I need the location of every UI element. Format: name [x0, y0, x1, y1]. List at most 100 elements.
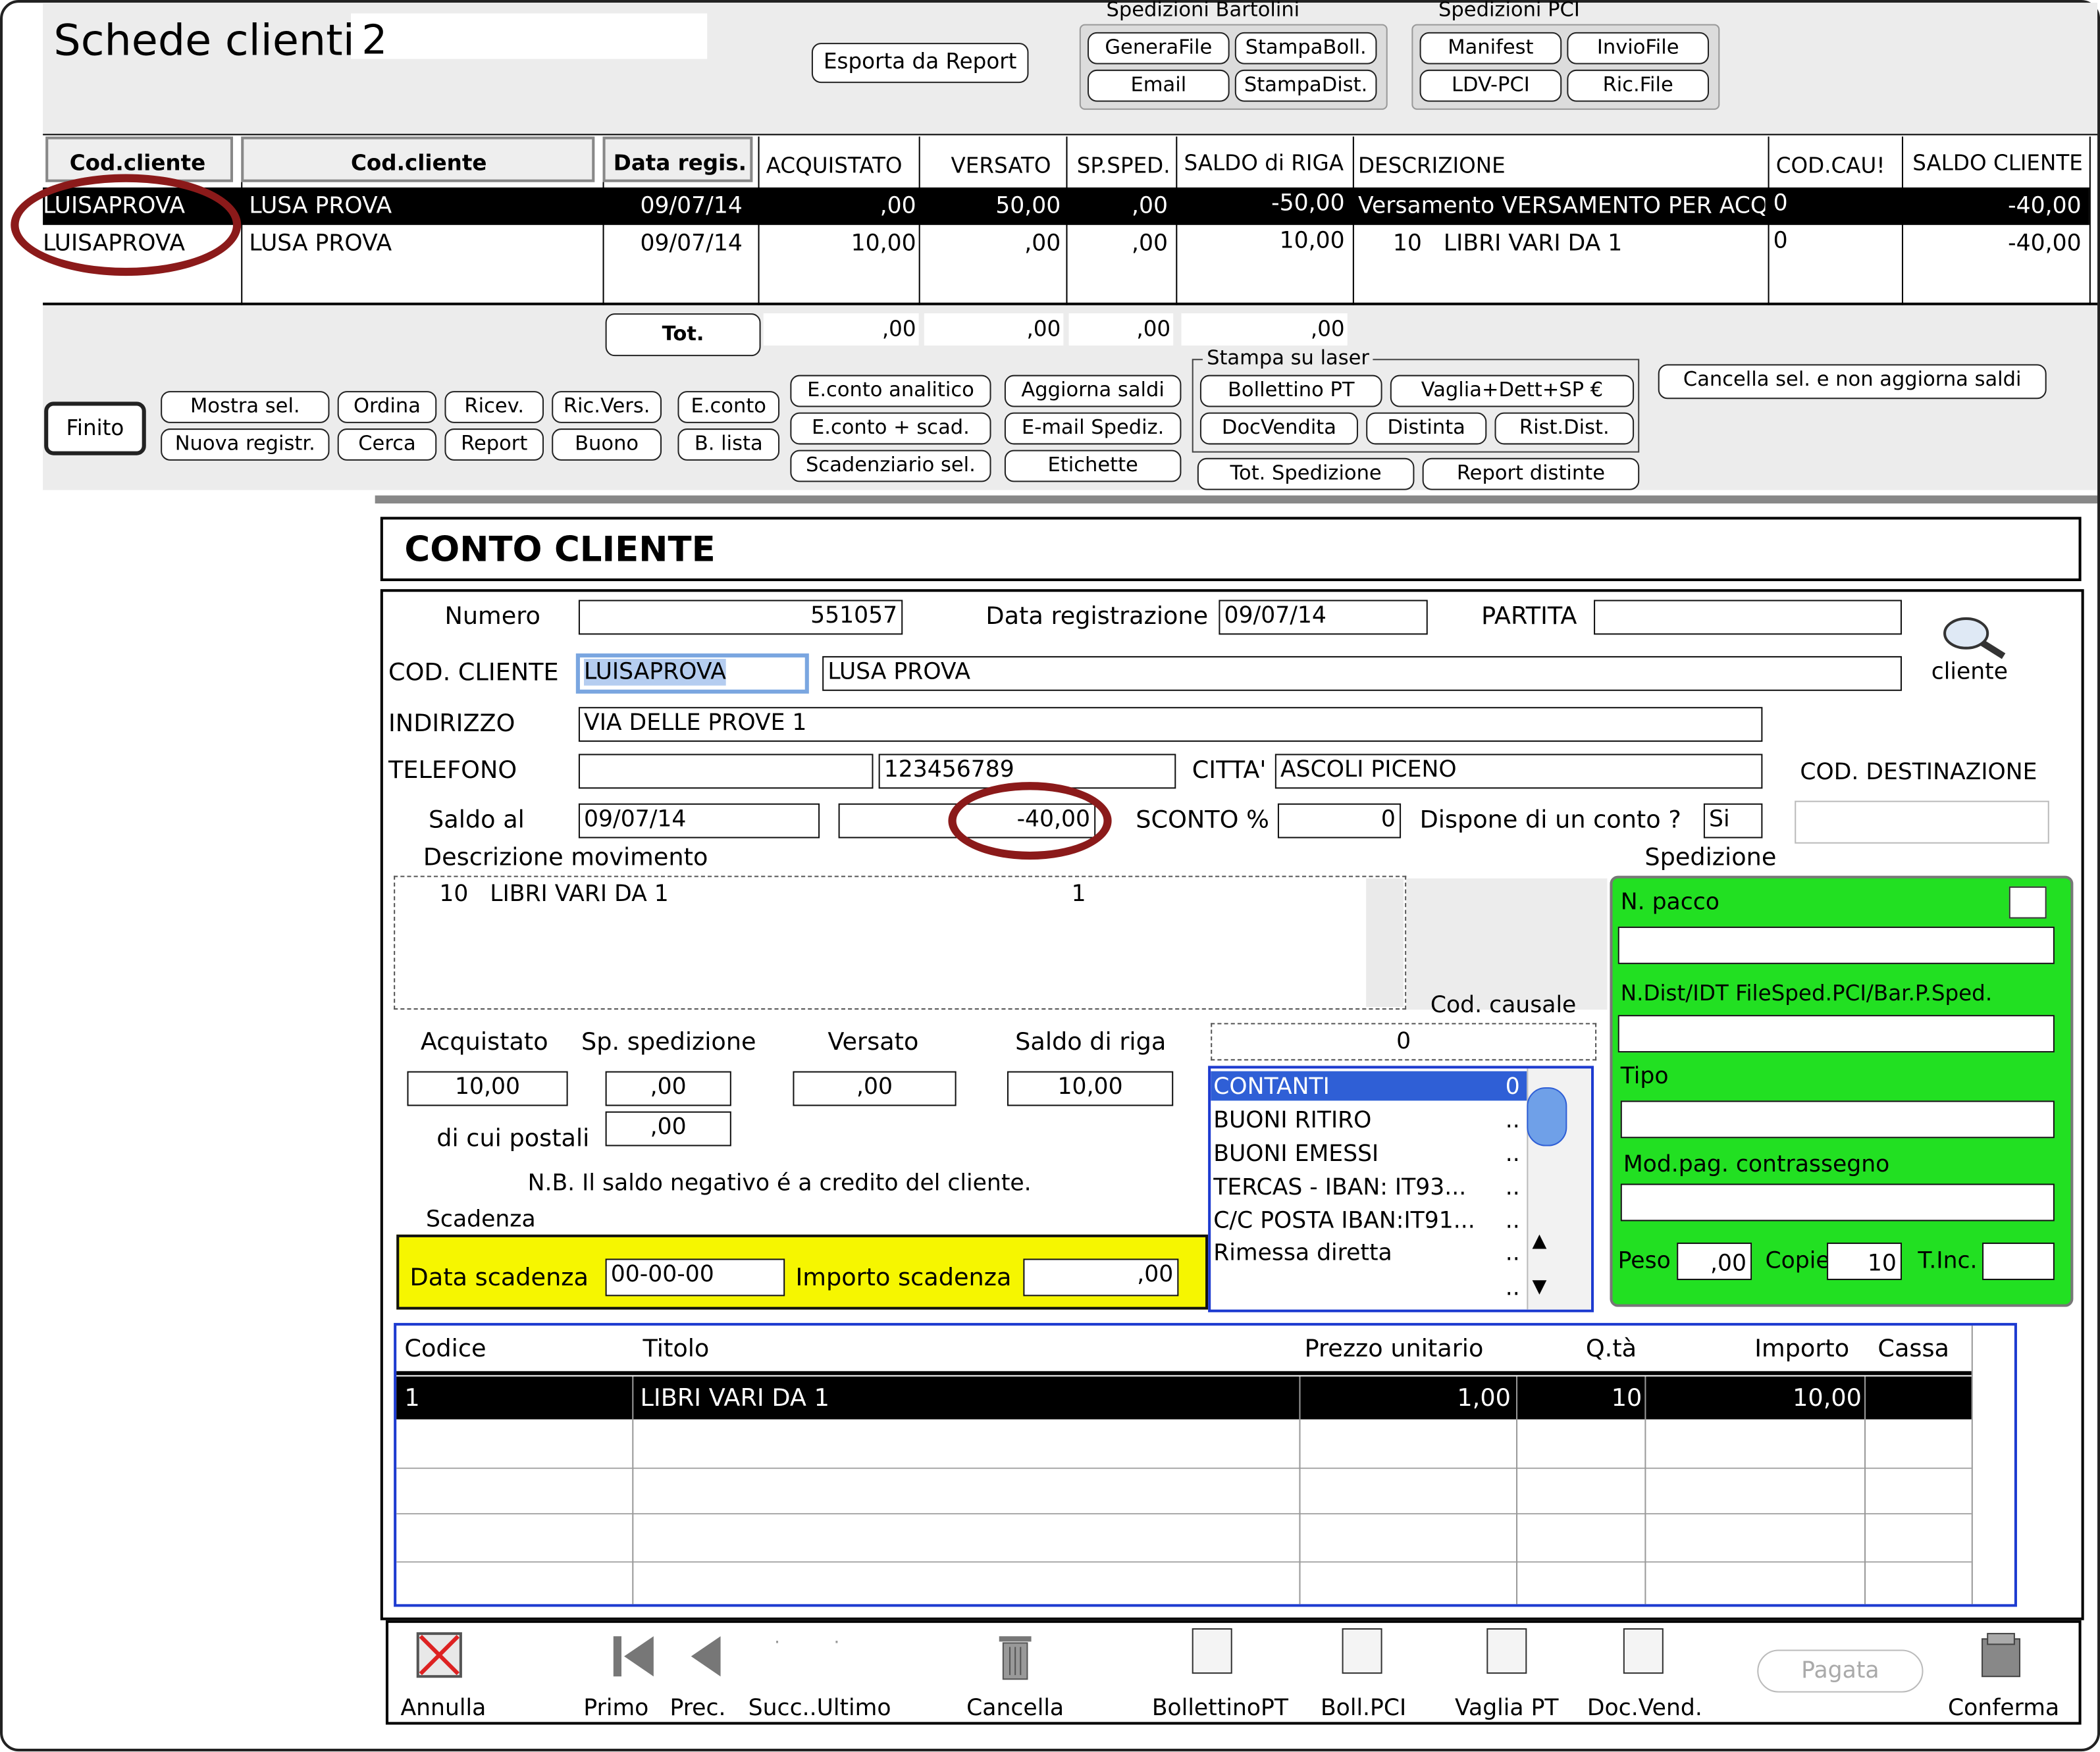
- finito-button[interactable]: Finito: [44, 401, 146, 455]
- data-registrazione-field[interactable]: 09/07/14: [1219, 600, 1428, 635]
- causali-list[interactable]: CONTANTI BUONI RITIRO BUONI EMESSI TERCA…: [1208, 1066, 1594, 1312]
- ordina-button[interactable]: Ordina: [337, 391, 437, 423]
- ricfile-button[interactable]: Ric.File: [1567, 69, 1710, 102]
- cod-cliente-field[interactable]: LUISAPROVA: [575, 653, 809, 694]
- col-header-descrizione[interactable]: DESCRIZIONE: [1358, 155, 1506, 177]
- search-cliente-icon[interactable]: [1939, 616, 2009, 661]
- aggiorna-saldi-button[interactable]: Aggiorna saldi: [1004, 374, 1182, 407]
- tot-spedizione-button[interactable]: Tot. Spedizione: [1197, 457, 1415, 490]
- tot-button[interactable]: Tot.: [605, 313, 761, 357]
- email-spediz-button[interactable]: E-mail Spediz.: [1004, 412, 1182, 445]
- scroll-down-icon[interactable]: ▼: [1532, 1277, 1546, 1296]
- postali-field[interactable]: ,00: [605, 1111, 731, 1147]
- indirizzo-field[interactable]: VIA DELLE PROVE 1: [578, 707, 1763, 742]
- ricev-button[interactable]: Ricev.: [444, 391, 544, 423]
- modpag-field[interactable]: [1620, 1183, 2055, 1222]
- cod-destinazione-field[interactable]: [1795, 800, 2049, 844]
- npacco-icon[interactable]: [2008, 886, 2047, 919]
- bollettino-pt-icon[interactable]: [1192, 1628, 1232, 1674]
- prec-label[interactable]: Prec.: [664, 1697, 731, 1721]
- boll-pci-label[interactable]: Boll.PCI: [1313, 1697, 1415, 1721]
- cerca-button[interactable]: Cerca: [337, 428, 437, 461]
- manifest-button[interactable]: Manifest: [1419, 32, 1562, 64]
- blista-button[interactable]: B. lista: [677, 428, 780, 461]
- col-header-data[interactable]: Data regis.: [614, 152, 747, 174]
- etichette-button[interactable]: Etichette: [1004, 450, 1182, 482]
- telefono1-field[interactable]: [578, 754, 874, 789]
- causale-item[interactable]: BUONI EMESSI: [1213, 1143, 1508, 1166]
- nome-cliente-field[interactable]: LUSA PROVA: [822, 656, 1902, 691]
- annulla-icon[interactable]: [415, 1631, 463, 1679]
- annulla-label[interactable]: Annulla: [396, 1697, 490, 1721]
- col-header-saldoriga[interactable]: SALDO di RIGA: [1184, 152, 1343, 174]
- col-header-spsped[interactable]: SP.SPED.: [1077, 155, 1170, 177]
- sconto-field[interactable]: 0: [1277, 803, 1402, 838]
- saldoriga-field[interactable]: 10,00: [1007, 1071, 1174, 1106]
- vaglia-dett-button[interactable]: Vaglia+Dett+SP €: [1390, 374, 1635, 407]
- bollettino-pt-button[interactable]: Bollettino PT: [1199, 374, 1382, 407]
- buono-button[interactable]: Buono: [552, 428, 662, 461]
- report-distinte-button[interactable]: Report distinte: [1422, 457, 1640, 490]
- desc-scrollbar[interactable]: [1366, 878, 1404, 1007]
- causale-item[interactable]: CONTANTI: [1213, 1076, 1508, 1100]
- generafile-button[interactable]: GeneraFile: [1088, 32, 1230, 64]
- inviofile-button[interactable]: InvioFile: [1567, 32, 1710, 64]
- spsped-field[interactable]: ,00: [605, 1071, 731, 1106]
- econto-analitico-button[interactable]: E.conto analitico: [790, 374, 991, 407]
- conferma-label[interactable]: Conferma: [1942, 1697, 2065, 1721]
- causale-item[interactable]: C/C POSTA IBAN:IT91...: [1213, 1210, 1508, 1233]
- partita-field[interactable]: [1594, 600, 1902, 635]
- col-header-cod2[interactable]: Cod.cliente: [351, 152, 486, 174]
- docvendita-button[interactable]: DocVendita: [1199, 412, 1358, 445]
- doc-vend-icon[interactable]: [1623, 1628, 1664, 1674]
- causale-item[interactable]: Rimessa diretta: [1213, 1242, 1508, 1266]
- doc-vend-label[interactable]: Doc.Vend.: [1581, 1697, 1709, 1721]
- stampadist-button[interactable]: StampaDist.: [1234, 69, 1377, 102]
- vaglia-pt-label[interactable]: Vaglia PT: [1449, 1697, 1564, 1721]
- nuova-registr-button[interactable]: Nuova registr.: [161, 428, 330, 461]
- dispone-field[interactable]: Si: [1703, 803, 1763, 838]
- col-header-versato[interactable]: VERSATO: [951, 155, 1051, 177]
- causale-item[interactable]: BUONI RITIRO: [1213, 1110, 1508, 1133]
- copie-field[interactable]: 10: [1827, 1243, 1902, 1280]
- econto-scad-button[interactable]: E.conto + scad.: [790, 412, 991, 445]
- vaglia-pt-icon[interactable]: [1486, 1628, 1527, 1674]
- mostra-sel-button[interactable]: Mostra sel.: [161, 391, 330, 423]
- conferma-icon[interactable]: [1980, 1631, 2022, 1679]
- importo-scadenza-field[interactable]: ,00: [1023, 1258, 1179, 1297]
- col-header-codcau[interactable]: COD.CAU!: [1776, 155, 1885, 177]
- trash-icon[interactable]: [997, 1631, 1034, 1682]
- versato-field[interactable]: ,00: [793, 1071, 957, 1106]
- prev-record-icon[interactable]: [686, 1634, 723, 1679]
- data-scadenza-field[interactable]: 00-00-00: [605, 1258, 785, 1297]
- citta-field[interactable]: ASCOLI PICENO: [1274, 754, 1763, 789]
- esporta-report-button[interactable]: Esporta da Report: [811, 43, 1029, 84]
- tinc-field[interactable]: [1982, 1243, 2055, 1280]
- succ-ultimo-label[interactable]: Succ..Ultimo: [745, 1697, 895, 1721]
- email-button[interactable]: Email: [1088, 69, 1230, 102]
- pagata-button[interactable]: Pagata: [1757, 1649, 1924, 1693]
- rist-dist-button[interactable]: Rist.Dist.: [1494, 412, 1635, 445]
- boll-pci-icon[interactable]: [1342, 1628, 1382, 1674]
- next-last-icon[interactable]: ··: [774, 1634, 893, 1652]
- report-button[interactable]: Report: [444, 428, 544, 461]
- distinta-button[interactable]: Distinta: [1366, 412, 1487, 445]
- peso-field[interactable]: ,00: [1677, 1243, 1752, 1280]
- bollettino-pt-label[interactable]: BollettinoPT: [1147, 1697, 1294, 1721]
- econto-button[interactable]: E.conto: [677, 391, 780, 423]
- acquistato-field[interactable]: 10,00: [407, 1071, 568, 1106]
- cancella-label[interactable]: Cancella: [959, 1697, 1072, 1721]
- cancella-sel-button[interactable]: Cancella sel. e non aggiorna saldi: [1658, 364, 2047, 399]
- first-record-icon[interactable]: [611, 1634, 656, 1679]
- causali-scroll-thumb[interactable]: [1527, 1087, 1567, 1147]
- tipo-field[interactable]: [1620, 1100, 2055, 1139]
- col-header-saldocliente[interactable]: SALDO CLIENTE: [1912, 152, 2083, 174]
- ldv-pci-button[interactable]: LDV-PCI: [1419, 69, 1562, 102]
- saldo-data-field[interactable]: 09/07/14: [578, 803, 820, 838]
- col-header-acquistato[interactable]: ACQUISTATO: [766, 155, 903, 177]
- primo-label[interactable]: Primo: [579, 1697, 654, 1721]
- col-header-cod[interactable]: Cod.cliente: [70, 152, 205, 174]
- causale-item[interactable]: TERCAS - IBAN: IT93...: [1213, 1176, 1508, 1200]
- npacco-field[interactable]: [1617, 926, 2055, 964]
- stampaboll-button[interactable]: StampaBoll.: [1234, 32, 1377, 64]
